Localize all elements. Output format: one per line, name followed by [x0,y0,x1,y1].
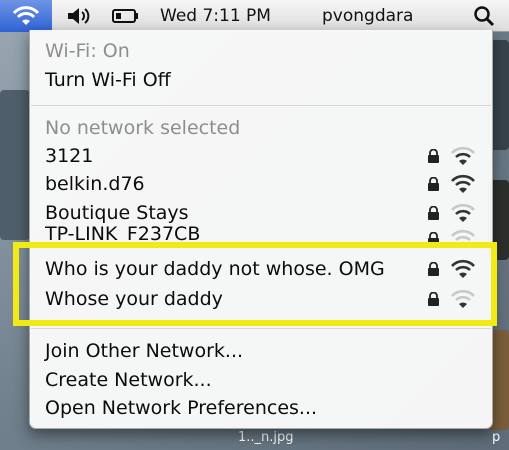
wifi-status: Wi-Fi: On [45,40,130,62]
join-other-network-item[interactable]: Join Other Network... [45,336,243,366]
volume-icon [68,8,90,24]
network-item[interactable]: TP-LINK_F237CB [45,220,200,244]
network-item[interactable]: 3121 [45,141,93,171]
background-window [0,90,30,240]
wifi-signal-icon [451,174,475,193]
lock-icon [428,206,439,220]
network-item[interactable]: belkin.d76 [45,169,145,199]
menu-bar: Wed 7:11 PM pvongdara [0,0,509,32]
create-network-item[interactable]: Create Network... [45,365,212,395]
search-icon [474,6,495,27]
menu-separator [31,105,491,106]
wifi-dropdown-menu: Wi-Fi: On Turn Wi-Fi Off No network sele… [29,30,493,429]
wifi-menu-button[interactable] [0,0,52,32]
background-file-label: p [492,430,501,445]
open-network-preferences-item[interactable]: Open Network Preferences... [45,393,317,423]
no-network-label: No network selected [45,117,241,139]
highlight-annotation [13,242,497,326]
network-item-label: TP-LINK_F237CB [45,223,201,244]
user-menu[interactable]: pvongdara [322,0,413,32]
turn-wifi-off-item[interactable]: Turn Wi-Fi Off [45,65,171,95]
battery-icon [112,9,138,23]
lock-icon [428,177,439,191]
wifi-signal-icon [451,203,475,222]
wifi-icon [12,6,40,25]
spotlight-button[interactable] [464,0,504,32]
clock[interactable]: Wed 7:11 PM [160,0,271,32]
lock-icon [428,149,439,163]
menu-separator [31,328,491,329]
background-file-label: 1.._n.jpg [238,430,294,445]
wifi-signal-icon [451,146,475,165]
volume-button[interactable] [60,0,100,32]
battery-button[interactable] [108,0,144,32]
